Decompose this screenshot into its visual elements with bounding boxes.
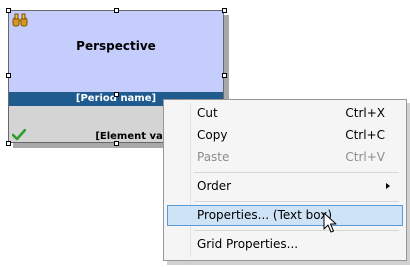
submenu-arrow-icon [386, 183, 390, 189]
menu-separator [194, 172, 399, 173]
menu-item-shortcut: Ctrl+X [345, 106, 385, 120]
menu-item-shortcut: Ctrl+V [345, 150, 385, 164]
context-menu: Cut Ctrl+X Copy Ctrl+C Paste Ctrl+V Orde… [163, 99, 407, 261]
menu-item-paste: Paste Ctrl+V [167, 147, 403, 168]
resize-handle-e[interactable] [222, 73, 227, 78]
menu-item-copy[interactable]: Copy Ctrl+C [167, 125, 403, 146]
resize-handle-nw[interactable] [6, 8, 11, 13]
widget-title: Perspective [76, 39, 156, 53]
mouse-cursor-icon [323, 212, 337, 233]
resize-handle-sw[interactable] [6, 141, 11, 146]
menu-item-properties-text-box[interactable]: Properties... (Text box) [167, 205, 403, 226]
menu-item-label: Properties... (Text box) [197, 208, 333, 222]
menu-separator [194, 201, 399, 202]
menu-item-grid-properties[interactable]: Grid Properties... [167, 234, 403, 255]
menu-item-label: Copy [197, 128, 228, 142]
menu-item-cut[interactable]: Cut Ctrl+X [167, 103, 403, 124]
menu-item-label: Cut [197, 106, 218, 120]
menu-item-order[interactable]: Order [167, 176, 403, 197]
binoculars-icon [12, 13, 28, 27]
resize-handle-mid[interactable] [114, 92, 119, 97]
menu-item-label: Grid Properties... [197, 237, 299, 251]
menu-item-shortcut: Ctrl+C [345, 128, 385, 142]
menu-item-label: Order [197, 179, 232, 193]
resize-handle-n[interactable] [114, 8, 119, 13]
resize-handle-s[interactable] [114, 141, 119, 146]
menu-item-label: Paste [197, 150, 230, 164]
resize-handle-ne[interactable] [222, 8, 227, 13]
resize-handle-w[interactable] [6, 73, 11, 78]
checkmark-icon [12, 129, 26, 141]
menu-separator [194, 230, 399, 231]
